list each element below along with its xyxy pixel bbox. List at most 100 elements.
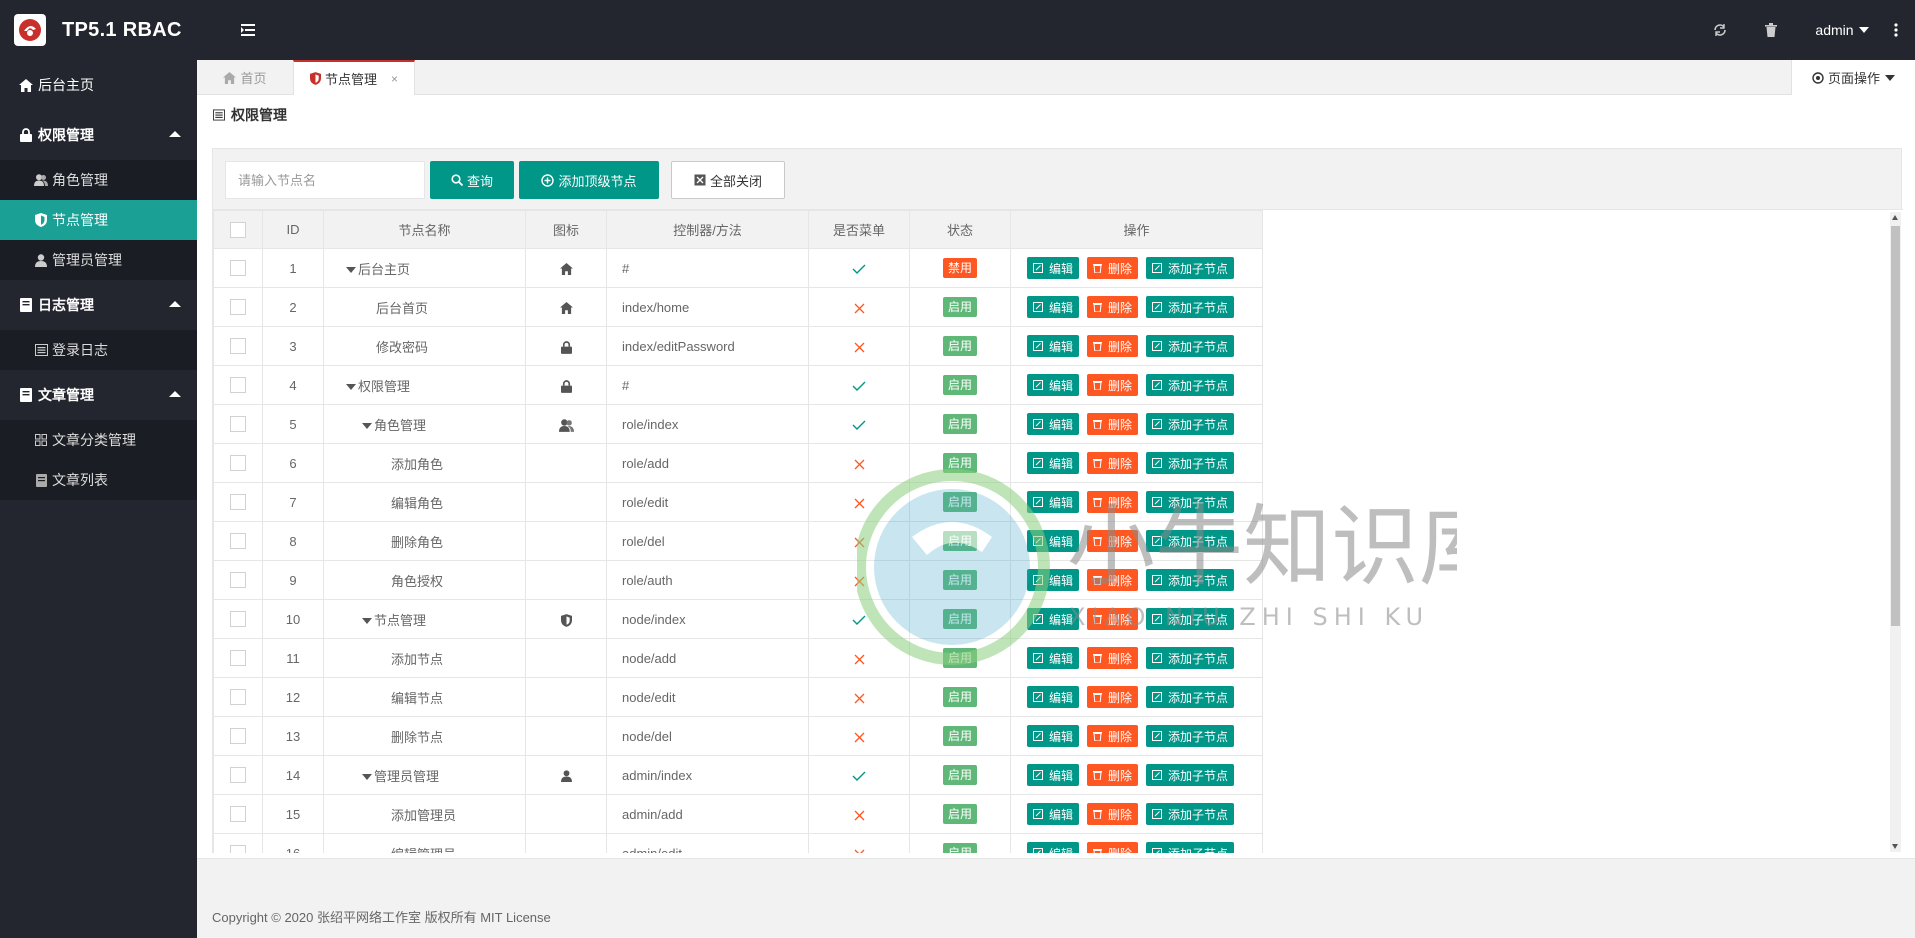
delete-button[interactable]: 删除 — [1087, 842, 1139, 853]
add-child-button[interactable]: 添加子节点 — [1146, 686, 1235, 708]
row-checkbox[interactable] — [230, 533, 246, 550]
row-select-cell[interactable] — [213, 599, 263, 639]
collapse-all-button[interactable]: 全部关闭 — [671, 161, 785, 199]
add-child-button[interactable]: 添加子节点 — [1146, 374, 1235, 396]
row-select-cell[interactable] — [213, 833, 263, 853]
sidebar-item-admins[interactable]: 管理员管理 — [0, 240, 197, 280]
add-child-button[interactable]: 添加子节点 — [1146, 296, 1235, 318]
edit-button[interactable]: 编辑 — [1027, 647, 1080, 669]
expand-toggle-icon[interactable] — [362, 423, 372, 430]
status-badge[interactable]: 启用 — [942, 414, 977, 434]
add-child-button[interactable]: 添加子节点 — [1146, 842, 1235, 853]
row-checkbox[interactable] — [230, 455, 246, 472]
add-child-button[interactable]: 添加子节点 — [1146, 413, 1235, 435]
expand-toggle-icon[interactable] — [346, 384, 356, 391]
row-checkbox[interactable] — [230, 338, 246, 355]
row-select-cell[interactable] — [213, 365, 263, 405]
row-checkbox[interactable] — [230, 767, 246, 784]
status-badge[interactable]: 启用 — [942, 804, 977, 824]
status-badge[interactable]: 启用 — [942, 609, 977, 629]
edit-button[interactable]: 编辑 — [1027, 491, 1080, 513]
add-child-button[interactable]: 添加子节点 — [1146, 764, 1235, 786]
page-operations-dropdown[interactable]: 页面操作 — [1791, 60, 1915, 95]
row-select-cell[interactable] — [213, 326, 263, 366]
edit-button[interactable]: 编辑 — [1027, 803, 1080, 825]
row-checkbox[interactable] — [230, 299, 246, 316]
expand-toggle-icon[interactable] — [362, 774, 372, 781]
add-child-button[interactable]: 添加子节点 — [1146, 608, 1235, 630]
tab-home[interactable]: 首页 — [197, 60, 293, 95]
add-child-button[interactable]: 添加子节点 — [1146, 335, 1235, 357]
vertical-scrollbar[interactable] — [1890, 212, 1901, 852]
delete-button[interactable]: 删除 — [1087, 764, 1139, 786]
row-select-cell[interactable] — [213, 404, 263, 444]
clear-cache-button[interactable] — [1759, 0, 1783, 60]
row-select-cell[interactable] — [213, 443, 263, 483]
edit-button[interactable]: 编辑 — [1027, 257, 1080, 279]
delete-button[interactable]: 删除 — [1087, 647, 1139, 669]
edit-button[interactable]: 编辑 — [1027, 296, 1080, 318]
delete-button[interactable]: 删除 — [1087, 530, 1139, 552]
row-checkbox[interactable] — [230, 650, 246, 667]
tab-node-management[interactable]: 节点管理 × — [293, 60, 415, 95]
row-checkbox[interactable] — [230, 572, 246, 589]
edit-button[interactable]: 编辑 — [1027, 374, 1080, 396]
add-child-button[interactable]: 添加子节点 — [1146, 725, 1235, 747]
add-child-button[interactable]: 添加子节点 — [1146, 569, 1235, 591]
delete-button[interactable]: 删除 — [1087, 569, 1139, 591]
add-top-node-button[interactable]: 添加顶级节点 — [519, 161, 659, 199]
row-select-cell[interactable] — [213, 521, 263, 561]
status-badge[interactable]: 启用 — [942, 531, 977, 551]
row-checkbox[interactable] — [230, 806, 246, 823]
row-select-cell[interactable] — [213, 287, 263, 327]
delete-button[interactable]: 删除 — [1087, 608, 1139, 630]
row-checkbox[interactable] — [230, 845, 246, 853]
row-checkbox[interactable] — [230, 416, 246, 433]
sidebar-item-article-list[interactable]: 文章列表 — [0, 460, 197, 500]
edit-button[interactable]: 编辑 — [1027, 335, 1080, 357]
delete-button[interactable]: 删除 — [1087, 803, 1139, 825]
scroll-up-icon[interactable] — [1892, 215, 1898, 220]
edit-button[interactable]: 编辑 — [1027, 764, 1080, 786]
scroll-down-icon[interactable] — [1892, 844, 1898, 849]
row-select-cell[interactable] — [213, 482, 263, 522]
row-select-cell[interactable] — [213, 755, 263, 795]
delete-button[interactable]: 删除 — [1087, 491, 1139, 513]
scrollbar-thumb[interactable] — [1891, 226, 1900, 626]
row-checkbox[interactable] — [230, 260, 246, 277]
sidebar-group-articles[interactable]: 文章管理 — [0, 370, 197, 420]
delete-button[interactable]: 删除 — [1087, 257, 1139, 279]
user-menu[interactable]: admin — [1812, 0, 1872, 60]
edit-button[interactable]: 编辑 — [1027, 530, 1080, 552]
row-checkbox[interactable] — [230, 494, 246, 511]
edit-button[interactable]: 编辑 — [1027, 452, 1080, 474]
expand-toggle-icon[interactable] — [362, 618, 372, 625]
row-select-cell[interactable] — [213, 248, 263, 288]
add-child-button[interactable]: 添加子节点 — [1146, 647, 1235, 669]
expand-toggle-icon[interactable] — [346, 267, 356, 274]
delete-button[interactable]: 删除 — [1087, 374, 1139, 396]
row-select-cell[interactable] — [213, 716, 263, 756]
add-child-button[interactable]: 添加子节点 — [1146, 452, 1235, 474]
status-badge[interactable]: 启用 — [942, 492, 977, 512]
status-badge[interactable]: 禁用 — [942, 258, 977, 278]
delete-button[interactable]: 删除 — [1087, 452, 1139, 474]
sidebar-item-home[interactable]: 后台主页 — [0, 60, 197, 110]
sidebar-item-article-categories[interactable]: 文章分类管理 — [0, 420, 197, 460]
edit-button[interactable]: 编辑 — [1027, 686, 1080, 708]
status-badge[interactable]: 启用 — [942, 297, 977, 317]
edit-button[interactable]: 编辑 — [1027, 569, 1080, 591]
row-checkbox[interactable] — [230, 728, 246, 745]
status-badge[interactable]: 启用 — [942, 648, 977, 668]
status-badge[interactable]: 启用 — [942, 843, 977, 853]
sidebar-item-login-log[interactable]: 登录日志 — [0, 330, 197, 370]
delete-button[interactable]: 删除 — [1087, 335, 1139, 357]
row-select-cell[interactable] — [213, 677, 263, 717]
delete-button[interactable]: 删除 — [1087, 725, 1139, 747]
logo[interactable]: TP5.1 RBAC — [0, 0, 197, 60]
search-input[interactable] — [225, 161, 425, 199]
status-badge[interactable]: 启用 — [942, 765, 977, 785]
add-child-button[interactable]: 添加子节点 — [1146, 491, 1235, 513]
row-select-cell[interactable] — [213, 560, 263, 600]
status-badge[interactable]: 启用 — [942, 336, 977, 356]
